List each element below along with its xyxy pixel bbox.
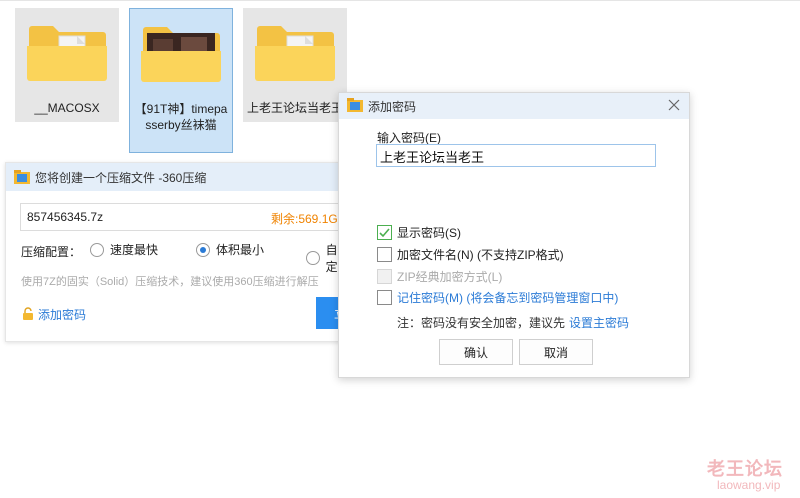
remember-password-checkbox[interactable]: 记住密码(M) (将会备忘到密码管理窗口中) bbox=[377, 289, 618, 306]
compress-window-titlebar: 您将创建一个压缩文件 -360压缩 bbox=[6, 163, 349, 191]
folder-macosx[interactable]: __MACOSX bbox=[15, 8, 119, 122]
radio-icon bbox=[306, 251, 320, 265]
zip-classic-encryption-checkbox: ZIP经典加密方式(L) bbox=[377, 268, 502, 285]
top-border bbox=[0, 0, 800, 1]
option-label: 速度最快 bbox=[110, 243, 159, 257]
compress-config-label: 压缩配置： bbox=[21, 245, 82, 259]
folder-thumbnail-icon bbox=[139, 21, 223, 85]
checkbox-checked-icon bbox=[377, 225, 392, 240]
cancel-button[interactable]: 取消 bbox=[519, 339, 593, 365]
folder-label: __MACOSX bbox=[34, 101, 100, 115]
dialog-titlebar: 添加密码 bbox=[339, 93, 689, 119]
option-smallest[interactable]: 体积最小 bbox=[196, 241, 264, 258]
archive-icon bbox=[347, 97, 363, 115]
checkbox-label: 显示密码(S) bbox=[397, 226, 461, 240]
lock-icon bbox=[22, 306, 34, 323]
compress-window: 您将创建一个压缩文件 -360压缩 857456345.7z 剩余:569.1G… bbox=[5, 162, 365, 342]
disk-remaining: 剩余:569.1GB bbox=[271, 212, 346, 226]
set-master-password-link[interactable]: 设置主密码 bbox=[569, 316, 629, 330]
add-password-dialog: 添加密码 输入密码(E) 上老王论坛当老王 显示密码(S) 加密文件名(N) (… bbox=[338, 92, 690, 378]
folder-91t[interactable]: 【91T神】timepasserby丝袜猫 bbox=[129, 8, 233, 153]
cancel-label: 取消 bbox=[543, 345, 568, 360]
show-password-checkbox[interactable]: 显示密码(S) bbox=[377, 224, 461, 241]
compress-window-title: 您将创建一个压缩文件 -360压缩 bbox=[35, 170, 207, 185]
folder-label: 上老王论坛当老王 bbox=[247, 101, 344, 115]
folder-laowang[interactable]: 上老王论坛当老王 bbox=[243, 8, 347, 122]
confirm-label: 确认 bbox=[463, 345, 488, 360]
watermark-url: laowang.vip bbox=[717, 478, 781, 492]
password-input[interactable]: 上老王论坛当老王 bbox=[376, 144, 656, 167]
folder-icon bbox=[25, 20, 109, 84]
folder-icon bbox=[253, 20, 337, 84]
add-password-link[interactable]: 添加密码 bbox=[22, 306, 86, 323]
dialog-title: 添加密码 bbox=[368, 99, 417, 114]
security-note: 注：密码没有安全加密，建议先 设置主密码 bbox=[397, 314, 629, 331]
option-label: 体积最小 bbox=[216, 243, 265, 257]
confirm-button[interactable]: 确认 bbox=[439, 339, 513, 365]
archive-filename: 857456345.7z bbox=[27, 210, 104, 224]
checkbox-label: ZIP经典加密方式(L) bbox=[397, 270, 503, 284]
encrypt-filenames-checkbox[interactable]: 加密文件名(N) (不支持ZIP格式) bbox=[377, 246, 564, 263]
folder-label: 【91T神】timepasserby丝袜猫 bbox=[134, 102, 228, 132]
checkbox-label: 加密文件名(N) (不支持ZIP格式) bbox=[397, 248, 564, 262]
archive-icon bbox=[14, 170, 30, 184]
close-icon[interactable] bbox=[667, 98, 681, 112]
radio-icon bbox=[90, 242, 104, 257]
add-password-label: 添加密码 bbox=[38, 308, 87, 322]
checkbox-icon bbox=[377, 247, 392, 262]
option-fastest[interactable]: 速度最快 bbox=[90, 241, 158, 258]
radio-selected-icon bbox=[196, 242, 210, 257]
checkbox-icon bbox=[377, 290, 392, 305]
checkbox-label: 记住密码(M) (将会备忘到密码管理窗口中) bbox=[397, 291, 619, 305]
password-value: 上老王论坛当老王 bbox=[380, 151, 485, 166]
security-note-text: 注：密码没有安全加密，建议先 bbox=[397, 316, 566, 330]
solid-compression-hint: 使用7Z的固实（Solid）压缩技术，建议使用360压缩进行解压 bbox=[21, 276, 319, 288]
checkbox-disabled-icon bbox=[377, 269, 392, 284]
